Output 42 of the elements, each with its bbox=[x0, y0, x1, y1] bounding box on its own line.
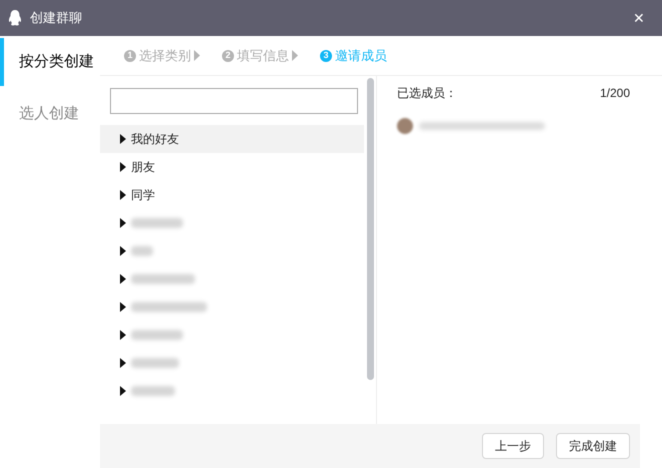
blurred-name bbox=[131, 274, 195, 284]
step-number-icon: 2 bbox=[222, 50, 234, 62]
group-row[interactable]: 同学 bbox=[100, 181, 364, 209]
step-arrow-icon bbox=[292, 50, 298, 61]
close-button[interactable]: ✕ bbox=[624, 3, 654, 33]
caret-icon bbox=[120, 218, 126, 228]
group-name: 同学 bbox=[131, 187, 155, 204]
window-title: 创建群聊 bbox=[30, 9, 82, 28]
step-number-icon: 1 bbox=[124, 50, 136, 62]
step-label: 选择类别 bbox=[139, 46, 191, 65]
search-field[interactable] bbox=[110, 88, 358, 114]
caret-icon bbox=[120, 134, 126, 144]
group-name: 我的好友 bbox=[131, 131, 179, 148]
sidebar-tab[interactable]: 选人创建 bbox=[0, 90, 100, 138]
avatar bbox=[397, 118, 413, 134]
group-name: 朋友 bbox=[131, 159, 155, 176]
step-number-icon: 3 bbox=[320, 50, 332, 62]
caret-icon bbox=[120, 274, 126, 284]
caret-icon bbox=[120, 358, 126, 368]
blurred-name bbox=[131, 386, 175, 396]
group-row[interactable]: 我的好友 bbox=[100, 125, 364, 153]
group-row[interactable]: 朋友 bbox=[100, 153, 364, 181]
caret-icon bbox=[120, 246, 126, 256]
step-arrow-icon bbox=[194, 50, 200, 61]
blurred-name bbox=[131, 330, 183, 340]
footer-button[interactable]: 完成创建 bbox=[556, 433, 630, 459]
member-count: 1/200 bbox=[600, 85, 630, 102]
caret-icon bbox=[120, 330, 126, 340]
blurred-name bbox=[131, 358, 179, 368]
scrollbar-thumb[interactable] bbox=[367, 78, 374, 380]
blurred-name bbox=[131, 218, 183, 228]
selected-members-label: 已选成员： bbox=[397, 85, 457, 102]
sidebar-tab[interactable]: 按分类创建 bbox=[0, 38, 100, 86]
step-label: 填写信息 bbox=[237, 46, 289, 65]
caret-icon bbox=[120, 302, 126, 312]
blurred-name bbox=[131, 246, 153, 256]
penguin-icon bbox=[8, 10, 22, 26]
step-label: 邀请成员 bbox=[335, 46, 387, 65]
caret-icon bbox=[120, 386, 126, 396]
caret-icon bbox=[120, 190, 126, 200]
caret-icon bbox=[120, 162, 126, 172]
footer-button[interactable]: 上一步 bbox=[482, 433, 544, 459]
